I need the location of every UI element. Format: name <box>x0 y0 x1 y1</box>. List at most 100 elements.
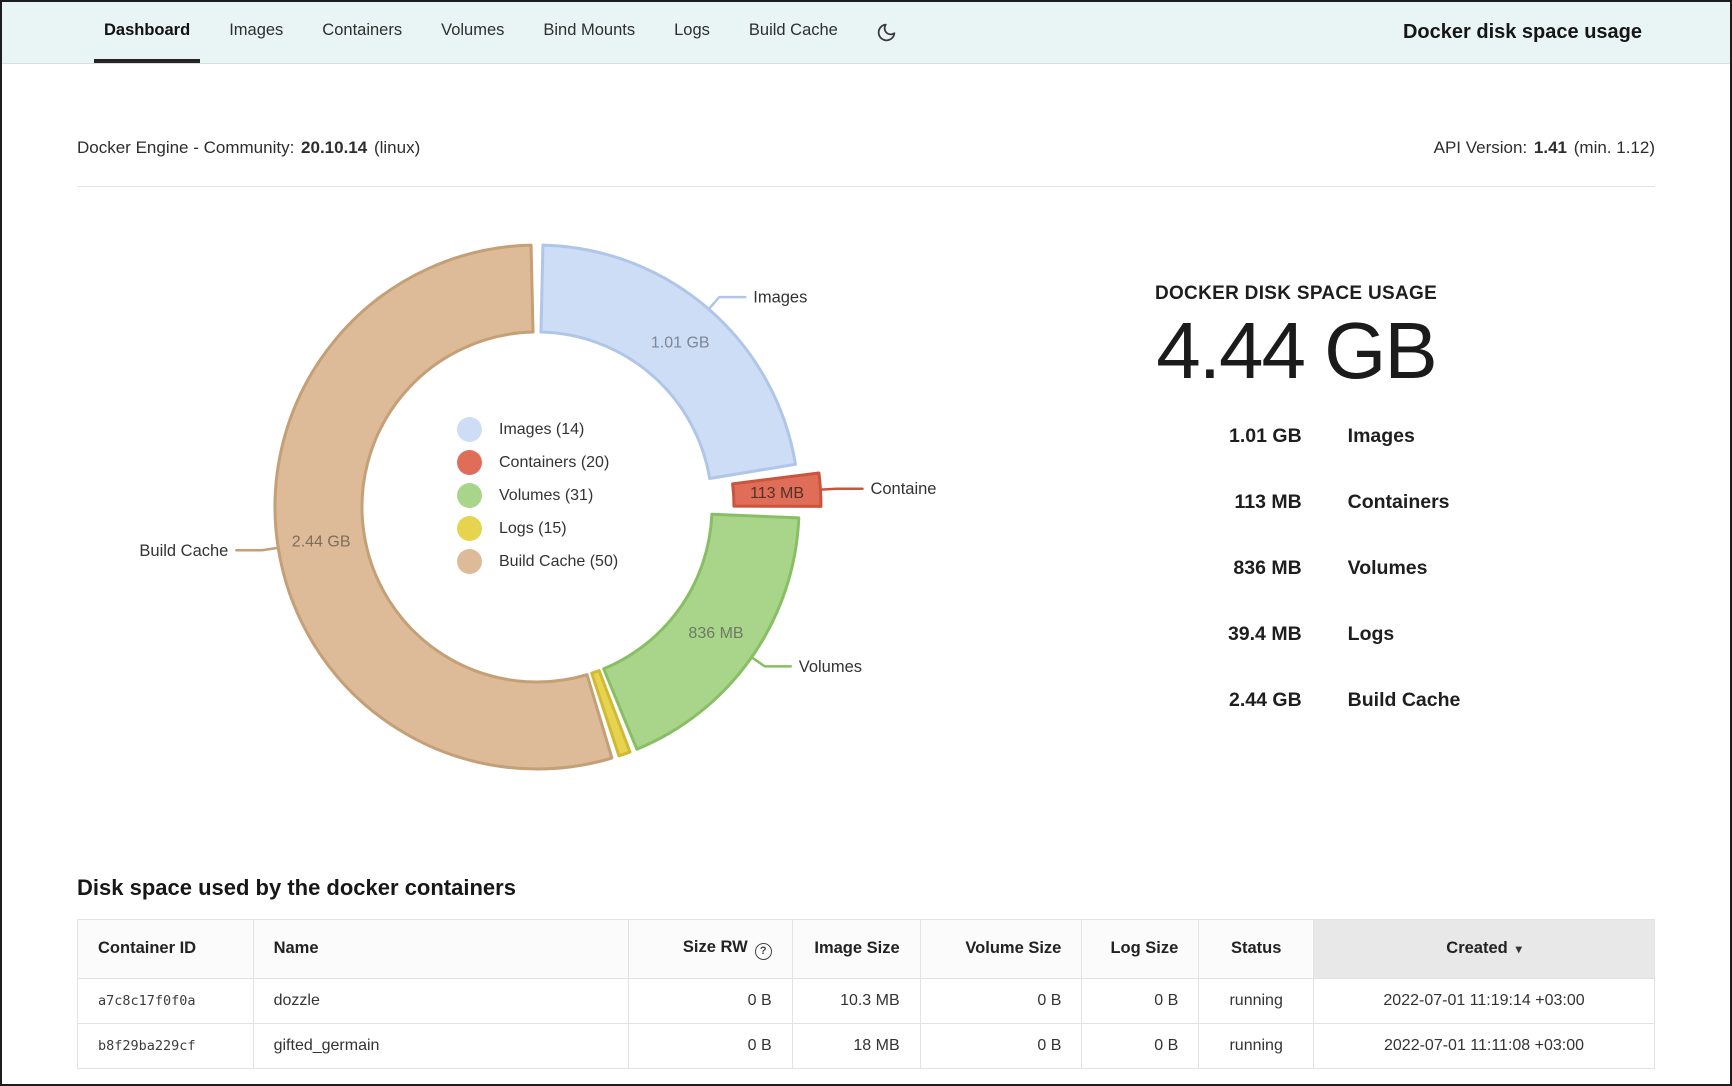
column-header-label: Container ID <box>98 939 196 957</box>
main-content: Docker Engine - Community: 20.10.14 (lin… <box>2 138 1730 1069</box>
summary-row-build-cache: 2.44 GB Build Cache <box>1132 667 1461 733</box>
column-header-label: Size RW <box>683 938 748 956</box>
tab-label: Build Cache <box>749 21 838 40</box>
column-header-label: Image Size <box>814 939 899 957</box>
legend-color-dot <box>457 450 482 475</box>
cell-size-rw: 0 B <box>629 978 793 1023</box>
tab-logs[interactable]: Logs <box>664 2 720 63</box>
legend-item-images[interactable]: Images (14) <box>457 417 618 442</box>
cell-log-size: 0 B <box>1082 1023 1199 1068</box>
legend-color-dot <box>457 516 482 541</box>
table-row: a7c8c17f0f0adozzle0 B10.3 MB0 B0 Brunnin… <box>78 978 1655 1023</box>
table-row: b8f29ba229cfgifted_germain0 B18 MB0 B0 B… <box>78 1023 1655 1068</box>
summary-value: 2.44 GB <box>1132 689 1302 712</box>
summary-row-images: 1.01 GB Images <box>1132 403 1461 469</box>
slice-value-label: 113 MB <box>750 485 804 502</box>
column-header-volume-size[interactable]: Volume Size <box>920 920 1082 979</box>
engine-info-row: Docker Engine - Community: 20.10.14 (lin… <box>77 138 1655 158</box>
tab-images[interactable]: Images <box>219 2 293 63</box>
tab-label: Bind Mounts <box>543 21 635 40</box>
tab-label: Images <box>229 21 283 40</box>
legend-item-containers[interactable]: Containers (20) <box>457 450 618 475</box>
help-icon[interactable]: ? <box>755 943 772 960</box>
tab-containers[interactable]: Containers <box>312 2 412 63</box>
tab-label: Containers <box>322 21 402 40</box>
cell-created: 2022-07-01 11:11:08 +03:00 <box>1314 1023 1655 1068</box>
legend-text: Containers (20) <box>499 454 609 472</box>
slice-callout-line <box>236 548 278 550</box>
summary-row-containers: 113 MBContainers <box>1132 469 1461 535</box>
slice-callout-label: Build Cache <box>139 542 228 560</box>
disk-usage-section: 1.01 GBImages113 MBContainers836 MBVolum… <box>77 187 1655 859</box>
legend-text: Volumes (31) <box>499 487 593 505</box>
legend-color-dot <box>457 549 482 574</box>
summary-rows: 1.01 GB Images 113 MBContainers836 MBVolum… <box>1132 403 1461 733</box>
legend-item-volumes[interactable]: Volumes (31) <box>457 483 618 508</box>
containers-table-heading: Disk space used by the docker containers <box>77 875 1655 901</box>
summary-label: Images <box>1348 425 1415 448</box>
column-header-image-size[interactable]: Image Size <box>792 920 920 979</box>
summary-value: 39.4 MB <box>1132 623 1302 646</box>
slice-callout-label: Volumes <box>799 658 862 676</box>
disk-usage-summary-panel: DOCKER DISK SPACE USAGE 4.44 GB 1.01 GB I… <box>937 187 1655 859</box>
legend-text: Images (14) <box>499 421 584 439</box>
slice-value-label: 1.01 GB <box>651 334 710 351</box>
cell-name: dozzle <box>253 978 628 1023</box>
column-header-log-size[interactable]: Log Size <box>1082 920 1199 979</box>
column-header-created[interactable]: Created▾ <box>1314 920 1655 979</box>
cell-volume-size: 0 B <box>920 1023 1082 1068</box>
cell-status: running <box>1199 978 1314 1023</box>
slice-callout-line <box>709 297 745 309</box>
legend-text: Build Cache (50) <box>499 553 618 571</box>
summary-label: Build Cache <box>1348 689 1461 712</box>
api-version-info: API Version: 1.41 (min. 1.12) <box>1434 138 1655 158</box>
disk-usage-donut-chart: 1.01 GB Images 113 MB Containers 836 MB Volum… <box>77 187 937 859</box>
nav-tabs: Dashboard Images Containers Volumes Bind… <box>94 2 848 63</box>
api-min-version: (min. 1.12) <box>1574 138 1655 157</box>
slice-callout-label: Containers <box>870 480 937 498</box>
column-header-label: Name <box>274 939 319 957</box>
chart-legend: Images (14) Containers (20) Volumes (31) Lo… <box>457 417 618 582</box>
legend-item-logs[interactable]: Logs (15) <box>457 516 618 541</box>
column-header-label: Created <box>1446 939 1507 957</box>
tab-bind-mounts[interactable]: Bind Mounts <box>533 2 645 63</box>
cell-container-id: b8f29ba229cf <box>78 1023 254 1068</box>
column-header-label: Volume Size <box>965 939 1061 957</box>
column-header-container-id[interactable]: Container ID <box>78 920 254 979</box>
slice-value-label: 2.44 GB <box>292 534 351 551</box>
tab-label: Logs <box>674 21 710 40</box>
column-header-name[interactable]: Name <box>253 920 628 979</box>
api-label: API Version: <box>1434 138 1528 157</box>
summary-value: 1.01 GB <box>1132 425 1302 448</box>
cell-size-rw: 0 B <box>629 1023 793 1068</box>
slice-callout-label: Images <box>753 289 807 307</box>
tab-label: Volumes <box>441 21 504 40</box>
slice-value-label: 836 MB <box>688 625 743 642</box>
column-header-size-rw[interactable]: Size RW? <box>629 920 793 979</box>
summary-title: DOCKER DISK SPACE USAGE <box>937 283 1655 305</box>
column-header-status[interactable]: Status <box>1199 920 1314 979</box>
cell-volume-size: 0 B <box>920 978 1082 1023</box>
summary-total-value: 4.44 GB <box>937 309 1655 393</box>
column-header-label: Status <box>1231 939 1281 957</box>
dark-mode-toggle[interactable] <box>870 2 903 63</box>
tab-label: Dashboard <box>104 21 190 40</box>
cell-created: 2022-07-01 11:19:14 +03:00 <box>1314 978 1655 1023</box>
engine-platform: (linux) <box>374 138 420 157</box>
cell-container-id: a7c8c17f0f0a <box>78 978 254 1023</box>
engine-label: Docker Engine - Community: <box>77 138 294 157</box>
legend-item-build-cache[interactable]: Build Cache (50) <box>457 549 618 574</box>
summary-value: 113 MB <box>1132 491 1302 514</box>
legend-color-dot <box>457 483 482 508</box>
containers-table: Container ID Name Size RW? Image Size Volume… <box>77 919 1655 1069</box>
summary-label: Volumes <box>1348 557 1428 580</box>
tab-volumes[interactable]: Volumes <box>431 2 514 63</box>
app-title: Docker disk space usage <box>1403 21 1730 44</box>
moon-icon <box>876 22 897 43</box>
cell-image-size: 10.3 MB <box>792 978 920 1023</box>
tab-dashboard[interactable]: Dashboard <box>94 2 200 63</box>
tab-build-cache[interactable]: Build Cache <box>739 2 848 63</box>
summary-label: Logs <box>1348 623 1395 646</box>
summary-row-volumes: 836 MBVolumes <box>1132 535 1461 601</box>
containers-table-section: Disk space used by the docker containers… <box>77 875 1655 1069</box>
